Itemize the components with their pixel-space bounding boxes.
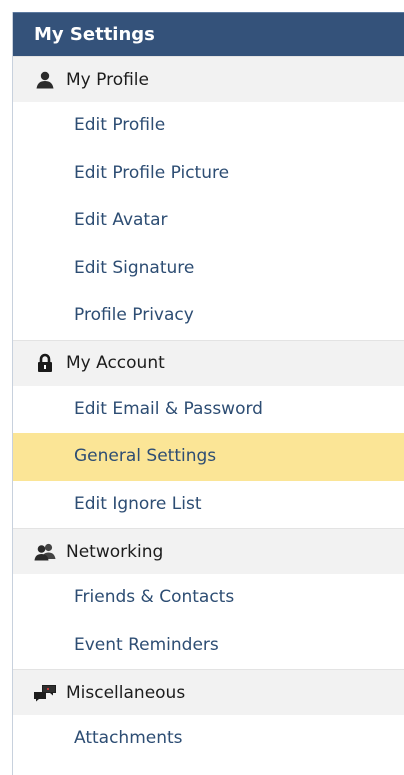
nav-item-edit-profile[interactable]: Edit Profile: [13, 102, 404, 150]
section-networking: Networking: [13, 528, 404, 574]
chat-icon: [33, 683, 57, 703]
lock-icon: [33, 353, 57, 373]
people-icon: [33, 542, 57, 562]
nav-item-profile-privacy[interactable]: Profile Privacy: [13, 292, 404, 340]
nav-item-edit-email-password[interactable]: Edit Email & Password: [13, 386, 404, 434]
section-label: Miscellaneous: [66, 682, 186, 703]
nav-item-friends-contacts[interactable]: Friends & Contacts: [13, 574, 404, 622]
nav-item-edit-avatar[interactable]: Edit Avatar: [13, 197, 404, 245]
section-label: Networking: [66, 541, 164, 562]
nav-item-attachments[interactable]: Attachments: [13, 715, 404, 763]
nav-item-edit-ignore-list[interactable]: Edit Ignore List: [13, 481, 404, 529]
nav-item-edit-profile-picture[interactable]: Edit Profile Picture: [13, 150, 404, 198]
section-label: My Profile: [66, 69, 149, 90]
nav-item-event-reminders[interactable]: Event Reminders: [13, 622, 404, 670]
settings-panel: My Settings My Profile Edit Profile Edit…: [12, 12, 404, 775]
section-my-account: My Account: [13, 339, 404, 386]
nav-item-general-settings[interactable]: General Settings: [13, 433, 404, 481]
person-icon: [33, 70, 57, 90]
section-label: My Account: [66, 353, 165, 373]
nav-item-edit-signature[interactable]: Edit Signature: [13, 245, 404, 293]
section-miscellaneous: Miscellaneous: [13, 669, 404, 715]
section-my-profile: My Profile: [13, 56, 404, 102]
panel-title: My Settings: [13, 12, 404, 56]
